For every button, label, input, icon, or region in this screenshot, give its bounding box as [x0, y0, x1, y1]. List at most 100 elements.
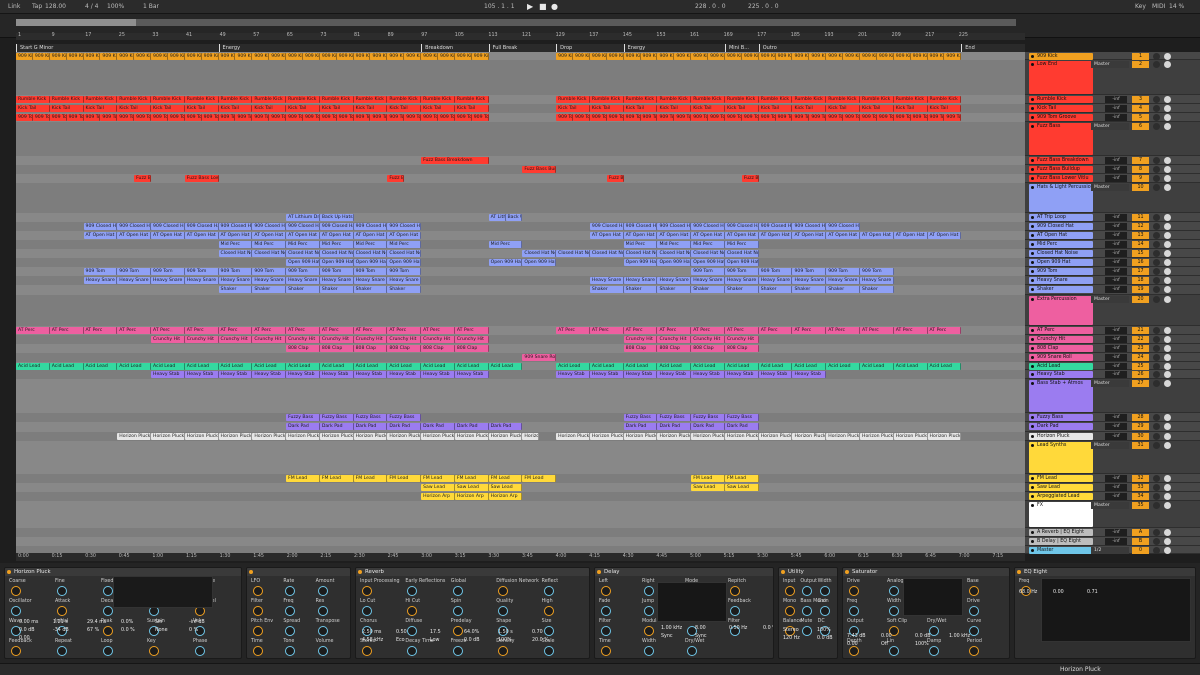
track-name[interactable]: Fuzzy Bass [1029, 414, 1093, 421]
arrangement-clip[interactable]: 909 Kick [252, 53, 270, 60]
arrangement-clip[interactable]: Kick Tail [387, 105, 422, 112]
arrangement-clip[interactable]: Shaker [218, 286, 253, 293]
param-knob[interactable] [57, 606, 67, 616]
track-activator[interactable]: 11 [1132, 214, 1149, 221]
track-volume[interactable]: -inf [1105, 345, 1127, 352]
arrangement-clip[interactable]: Closed Hat Noise [353, 250, 388, 257]
track-header[interactable]: Heavy Snare -inf 18 [1025, 276, 1200, 285]
arrangement-clip[interactable]: 909 Tom Groove [454, 114, 472, 121]
arm-button[interactable] [1164, 123, 1171, 130]
device-title-bar[interactable]: Utility [779, 568, 837, 576]
arrangement-clip[interactable]: Shaker [319, 286, 354, 293]
arrangement-clip[interactable]: Acid Lead [184, 363, 219, 370]
arm-button[interactable] [1164, 277, 1171, 284]
param-value[interactable]: 20.0 % [532, 638, 549, 643]
arrangement-clip[interactable]: 909 Tom Groove [167, 114, 185, 121]
param-value[interactable]: 120 Hz [783, 636, 800, 641]
arrangement-clip[interactable]: 909 Tom Groove [336, 114, 354, 121]
arrangement-clip[interactable]: Shaker [589, 286, 624, 293]
arrangement-clip[interactable]: Heavy Snare [117, 277, 152, 284]
track-activator[interactable]: 25 [1132, 363, 1149, 370]
arrangement-clip[interactable]: AT Open Hat [860, 232, 894, 239]
arrangement-clip[interactable]: AT Perc [387, 327, 422, 334]
arrangement-clip[interactable]: Heavy Stab [421, 371, 455, 378]
arrangement-clip[interactable]: Closed Hat Noise [522, 250, 557, 257]
arrangement-clip[interactable]: Closed Hat Noise [286, 250, 320, 257]
track-activator[interactable]: 9 [1132, 175, 1149, 182]
arrangement-clip[interactable]: AT Open Hat [353, 232, 388, 239]
arrangement-clip[interactable]: 909 Kick [100, 53, 118, 60]
arrangement-clip[interactable]: 909 Tom Groove [302, 114, 320, 121]
track-header[interactable]: AT Perc -inf 21 [1025, 326, 1200, 335]
arrangement-clip[interactable]: Horizon Pluck [758, 433, 793, 440]
arrangement-clip[interactable]: Fuzzy Bass [286, 414, 320, 421]
arrangement-clip[interactable]: Closed Hat Noise [252, 250, 287, 257]
arm-button[interactable] [1164, 475, 1171, 482]
arm-button[interactable] [1164, 423, 1171, 430]
arrangement-clip[interactable]: Saw Lead [691, 484, 725, 491]
arrangement-clip[interactable]: AT Perc [151, 327, 185, 334]
param-knob[interactable] [802, 626, 813, 636]
arrangement-clip[interactable]: Horizon Pluck [792, 433, 827, 440]
arrangement-clip[interactable]: Fuzzy Bass [353, 414, 388, 421]
arrangement-clip[interactable]: 909 Tom [353, 268, 388, 275]
track-lane[interactable] [16, 165, 1025, 174]
solo-button[interactable] [1153, 371, 1160, 378]
arrangement-clip[interactable]: Closed Hat Noise [691, 250, 725, 257]
arrangement-clip[interactable]: Rumble Kick [353, 96, 388, 103]
param-knob[interactable] [285, 606, 296, 616]
arrangement-clip[interactable]: Horizon Pluck [589, 433, 624, 440]
arrangement-clip[interactable]: Horizon Arp [454, 493, 489, 500]
track-activator[interactable]: 17 [1132, 268, 1149, 275]
track-activator[interactable]: 35 [1132, 502, 1149, 509]
arrangement-clip[interactable]: 909 Kick [741, 53, 759, 60]
locator-1[interactable]: Energy [218, 44, 240, 52]
track-output-menu[interactable]: Master [1091, 61, 1129, 68]
arrangement-clip[interactable]: AT Perc [184, 327, 219, 334]
param-knob[interactable] [103, 646, 113, 656]
solo-button[interactable] [1153, 184, 1160, 191]
param-value[interactable]: Sync [695, 634, 707, 639]
param-value[interactable]: Sin [155, 620, 162, 625]
arrangement-clip[interactable]: Back Up Hats [505, 214, 523, 221]
track-volume[interactable]: -inf [1105, 475, 1127, 482]
arrangement-clip[interactable]: 909 Tom Groove [286, 114, 303, 121]
arrangement-clip[interactable]: Rumble Kick [218, 96, 253, 103]
arrangement-clip[interactable]: Acid Lead [556, 363, 590, 370]
arrangement-clip[interactable]: 909 Closed Hat [252, 223, 287, 230]
track-name[interactable]: Horizon Pluck [1029, 433, 1093, 440]
track-activator[interactable]: 18 [1132, 277, 1149, 284]
track-header[interactable]: 909 Kick 1 [1025, 52, 1200, 60]
arrangement-clip[interactable]: AT Open Hat [218, 232, 253, 239]
arrangement-clip[interactable]: Acid Lead [151, 363, 185, 370]
arrangement-clip[interactable]: 909 Tom Groove [724, 114, 742, 121]
solo-button[interactable] [1153, 61, 1160, 68]
arrangement-clip[interactable]: Acid Lead [353, 363, 388, 370]
track-volume[interactable]: -inf [1105, 354, 1127, 361]
arrangement-clip[interactable]: Saw Lead [488, 484, 523, 491]
arrangement-clip[interactable]: Kick Tail [454, 105, 489, 112]
key-map-button[interactable]: Key [1135, 3, 1146, 10]
param-knob[interactable] [452, 606, 463, 616]
solo-button[interactable] [1153, 241, 1160, 248]
track-activator[interactable]: 0 [1132, 547, 1149, 554]
track-activator[interactable]: 24 [1132, 354, 1149, 361]
arrangement-clip[interactable]: AT Perc [556, 327, 590, 334]
solo-button[interactable] [1153, 223, 1160, 230]
arrangement-clip[interactable]: Dark Pad [488, 423, 523, 430]
track-output-menu[interactable]: Master [1091, 123, 1129, 130]
arrangement-clip[interactable]: 909 Kick [269, 53, 287, 60]
arrangement-clip[interactable]: 909 Tom [83, 268, 118, 275]
arrangement-clip[interactable]: 909 Tom [151, 268, 185, 275]
zoom-level[interactable]: 100% [107, 3, 124, 10]
track-activator[interactable]: A [1132, 529, 1149, 536]
arrangement-clip[interactable]: Closed Hat Noise [657, 250, 692, 257]
beat-ruler[interactable]: 1 9 17 25 33 41 49 57 65 73 81 89 97 105 113 121 129 137 1… [16, 33, 1025, 40]
arrangement-clip[interactable]: Fuzz Bass Lower [387, 175, 405, 182]
solo-button[interactable] [1153, 96, 1160, 103]
arrangement-clip[interactable]: Closed Hat Noise [218, 250, 253, 257]
arrangement-clip[interactable]: 909 Tom Groove [758, 114, 776, 121]
track-activator[interactable]: 7 [1132, 157, 1149, 164]
param-knob[interactable] [969, 626, 979, 636]
track-header[interactable]: 909 Snare Roll -inf 24 [1025, 353, 1200, 362]
